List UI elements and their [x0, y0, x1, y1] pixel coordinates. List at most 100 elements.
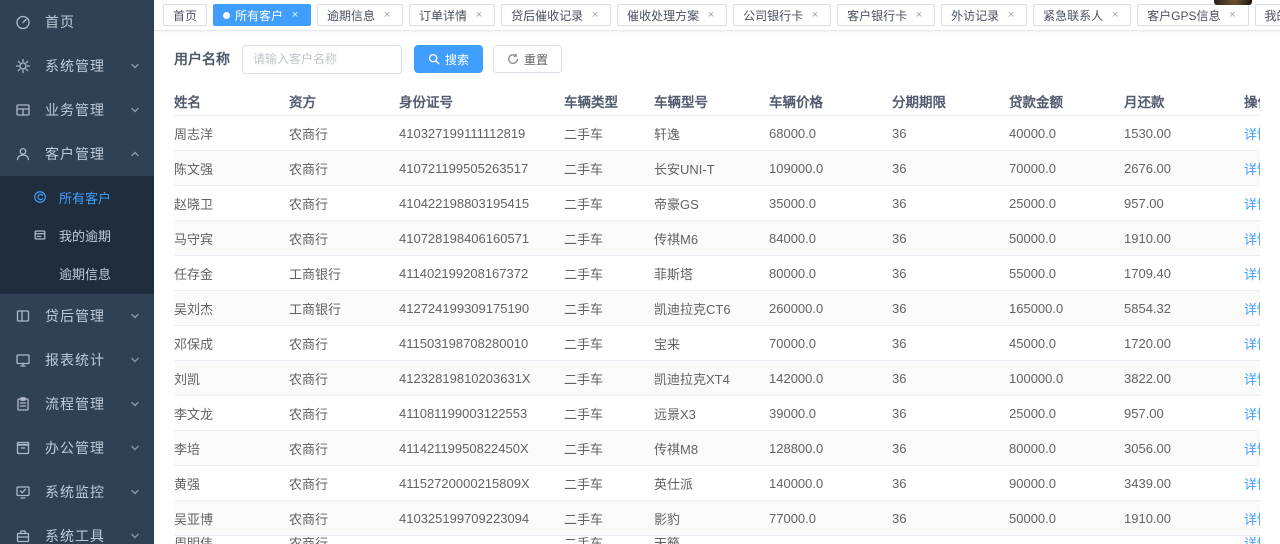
column-header: 操作: [1244, 91, 1260, 111]
cell-vehicle_type: 二手车: [564, 299, 654, 318]
cell-id_number: 411081199003122553: [399, 406, 564, 421]
cell-funder: 农商行: [289, 404, 399, 423]
close-icon[interactable]: ×: [913, 9, 925, 21]
close-icon[interactable]: ×: [1109, 9, 1121, 21]
detail-link[interactable]: 详情: [1244, 407, 1260, 422]
search-label: 用户名称: [174, 49, 230, 69]
sidebar: 首页系统管理业务管理客户管理所有客户我的逾期逾期信息贷后管理报表统计流程管理办公…: [0, 0, 154, 544]
customers-table: 姓名资方身份证号车辆类型车辆型号车辆价格分期期限贷款金额月还款操作周志洋农商行4…: [174, 86, 1260, 544]
sidebar-item-5[interactable]: 报表统计: [0, 338, 154, 382]
cell-actions: 详情: [1244, 194, 1260, 213]
detail-link[interactable]: 详情: [1244, 197, 1260, 212]
tab-3[interactable]: 订单详情×: [409, 4, 495, 26]
tab-7[interactable]: 客户银行卡×: [837, 4, 935, 26]
detail-link[interactable]: 详情: [1244, 232, 1260, 247]
cell-monthly_payment: 957.00: [1124, 196, 1244, 211]
sidebar-item-8[interactable]: 系统监控: [0, 470, 154, 514]
table-row: 马守宾农商行410728198406160571二手车传祺M684000.036…: [174, 221, 1260, 256]
card-icon: [33, 228, 47, 242]
sidebar-item-label: 系统管理: [45, 56, 130, 76]
cell-funder: 农商行: [289, 124, 399, 143]
tab-bar: 首页所有客户×逾期信息×订单详情×贷后催收记录×催收处理方案×公司银行卡×客户银…: [154, 0, 1280, 31]
cell-term: 36: [892, 336, 1009, 351]
table-row: 陈文强农商行410721199505263517二手车长安UNI-T109000…: [174, 151, 1260, 186]
column-header: 车辆类型: [564, 91, 654, 111]
chevron-down-icon: [130, 399, 140, 409]
cell-id_number: 41142119950822450X: [399, 441, 564, 456]
cell-name: 吴刘杰: [174, 299, 289, 318]
close-icon[interactable]: ×: [473, 9, 485, 21]
search-button[interactable]: 搜索: [414, 45, 483, 73]
sidebar-item-label: 系统工具: [45, 526, 130, 544]
sidebar-item-7[interactable]: 办公管理: [0, 426, 154, 470]
tab-label: 催收处理方案: [627, 7, 699, 24]
table-row: 吴刘杰工商银行412724199309175190二手车凯迪拉克CT626000…: [174, 291, 1260, 326]
cell-funder: 农商行: [289, 194, 399, 213]
column-header: 贷款金额: [1009, 91, 1124, 111]
cell-vehicle_model: 远景X3: [654, 404, 769, 423]
search-input[interactable]: [242, 45, 402, 74]
sidebar-item-9[interactable]: 系统工具: [0, 514, 154, 544]
sidebar-item-1[interactable]: 系统管理: [0, 44, 154, 88]
detail-link[interactable]: 详情: [1244, 127, 1260, 142]
tab-1[interactable]: 所有客户×: [213, 4, 311, 26]
cell-actions: 详情: [1244, 369, 1260, 388]
cell-loan_amount: 50000.0: [1009, 231, 1124, 246]
cell-vehicle_model: 英仕派: [654, 474, 769, 493]
tab-5[interactable]: 催收处理方案 ×: [617, 4, 727, 26]
cell-term: 36: [892, 371, 1009, 386]
cell-monthly_payment: 3822.00: [1124, 371, 1244, 386]
tab-0[interactable]: 首页: [163, 4, 207, 26]
tab-4[interactable]: 贷后催收记录×: [501, 4, 611, 26]
window-icon: [15, 308, 31, 324]
sidebar-subitem-3-1[interactable]: 我的逾期: [0, 216, 154, 254]
tab-label: 公司银行卡: [743, 7, 803, 24]
table-row: 李文龙农商行411081199003122553二手车远景X339000.036…: [174, 396, 1260, 431]
cell-name: 黄强: [174, 474, 289, 493]
detail-link[interactable]: 详情: [1244, 162, 1260, 177]
cell-monthly_payment: 1910.00: [1124, 231, 1244, 246]
detail-link[interactable]: 详情: [1244, 337, 1260, 352]
cell-actions: 详情: [1244, 124, 1260, 143]
tab-2[interactable]: 逾期信息×: [317, 4, 403, 26]
tab-9[interactable]: 紧急联系人×: [1033, 4, 1131, 26]
sidebar-subitem-3-0[interactable]: 所有客户: [0, 178, 154, 216]
close-icon[interactable]: ×: [289, 9, 301, 21]
cell-actions: 详情: [1244, 474, 1260, 493]
detail-link[interactable]: 详情: [1244, 267, 1260, 282]
detail-link[interactable]: 详情: [1244, 372, 1260, 387]
avatar-partial[interactable]: [1214, 0, 1252, 5]
tab-10[interactable]: 客户GPS信息×: [1137, 4, 1248, 26]
detail-link[interactable]: 详情: [1244, 537, 1260, 544]
tab-6[interactable]: 公司银行卡 ×: [733, 4, 831, 26]
detail-link[interactable]: 详情: [1244, 442, 1260, 457]
cell-vehicle_price: 140000.0: [769, 476, 892, 491]
close-icon[interactable]: ×: [1005, 9, 1017, 21]
sidebar-subitem-3-2[interactable]: 逾期信息: [0, 254, 154, 292]
close-icon[interactable]: ×: [1227, 9, 1239, 21]
sidebar-item-2[interactable]: 业务管理: [0, 88, 154, 132]
detail-link[interactable]: 详情: [1244, 477, 1260, 492]
close-icon[interactable]: ×: [809, 9, 821, 21]
close-icon[interactable]: ×: [589, 9, 601, 21]
tab-11[interactable]: 我的待办×: [1255, 4, 1280, 26]
search-icon: [428, 53, 445, 65]
content-panel: 用户名称 搜索 重置: [154, 31, 1280, 544]
sidebar-item-0[interactable]: 首页: [0, 0, 154, 44]
cell-term: 36: [892, 406, 1009, 421]
sidebar-item-4[interactable]: 贷后管理: [0, 294, 154, 338]
tab-8[interactable]: 外访记录×: [941, 4, 1027, 26]
sidebar-item-3[interactable]: 客户管理: [0, 132, 154, 176]
cell-actions: 详情: [1244, 509, 1260, 528]
sidebar-submenu: 所有客户我的逾期逾期信息: [0, 176, 154, 294]
cell-vehicle_price: 142000.0: [769, 371, 892, 386]
cell-term: 36: [892, 441, 1009, 456]
reset-button[interactable]: 重置: [493, 45, 562, 73]
cell-actions: 详情: [1244, 299, 1260, 318]
detail-link[interactable]: 详情: [1244, 302, 1260, 317]
close-icon[interactable]: ×: [705, 9, 717, 21]
detail-link[interactable]: 详情: [1244, 512, 1260, 527]
sidebar-item-6[interactable]: 流程管理: [0, 382, 154, 426]
cell-vehicle_type: 二手车: [564, 537, 654, 544]
close-icon[interactable]: ×: [381, 9, 393, 21]
